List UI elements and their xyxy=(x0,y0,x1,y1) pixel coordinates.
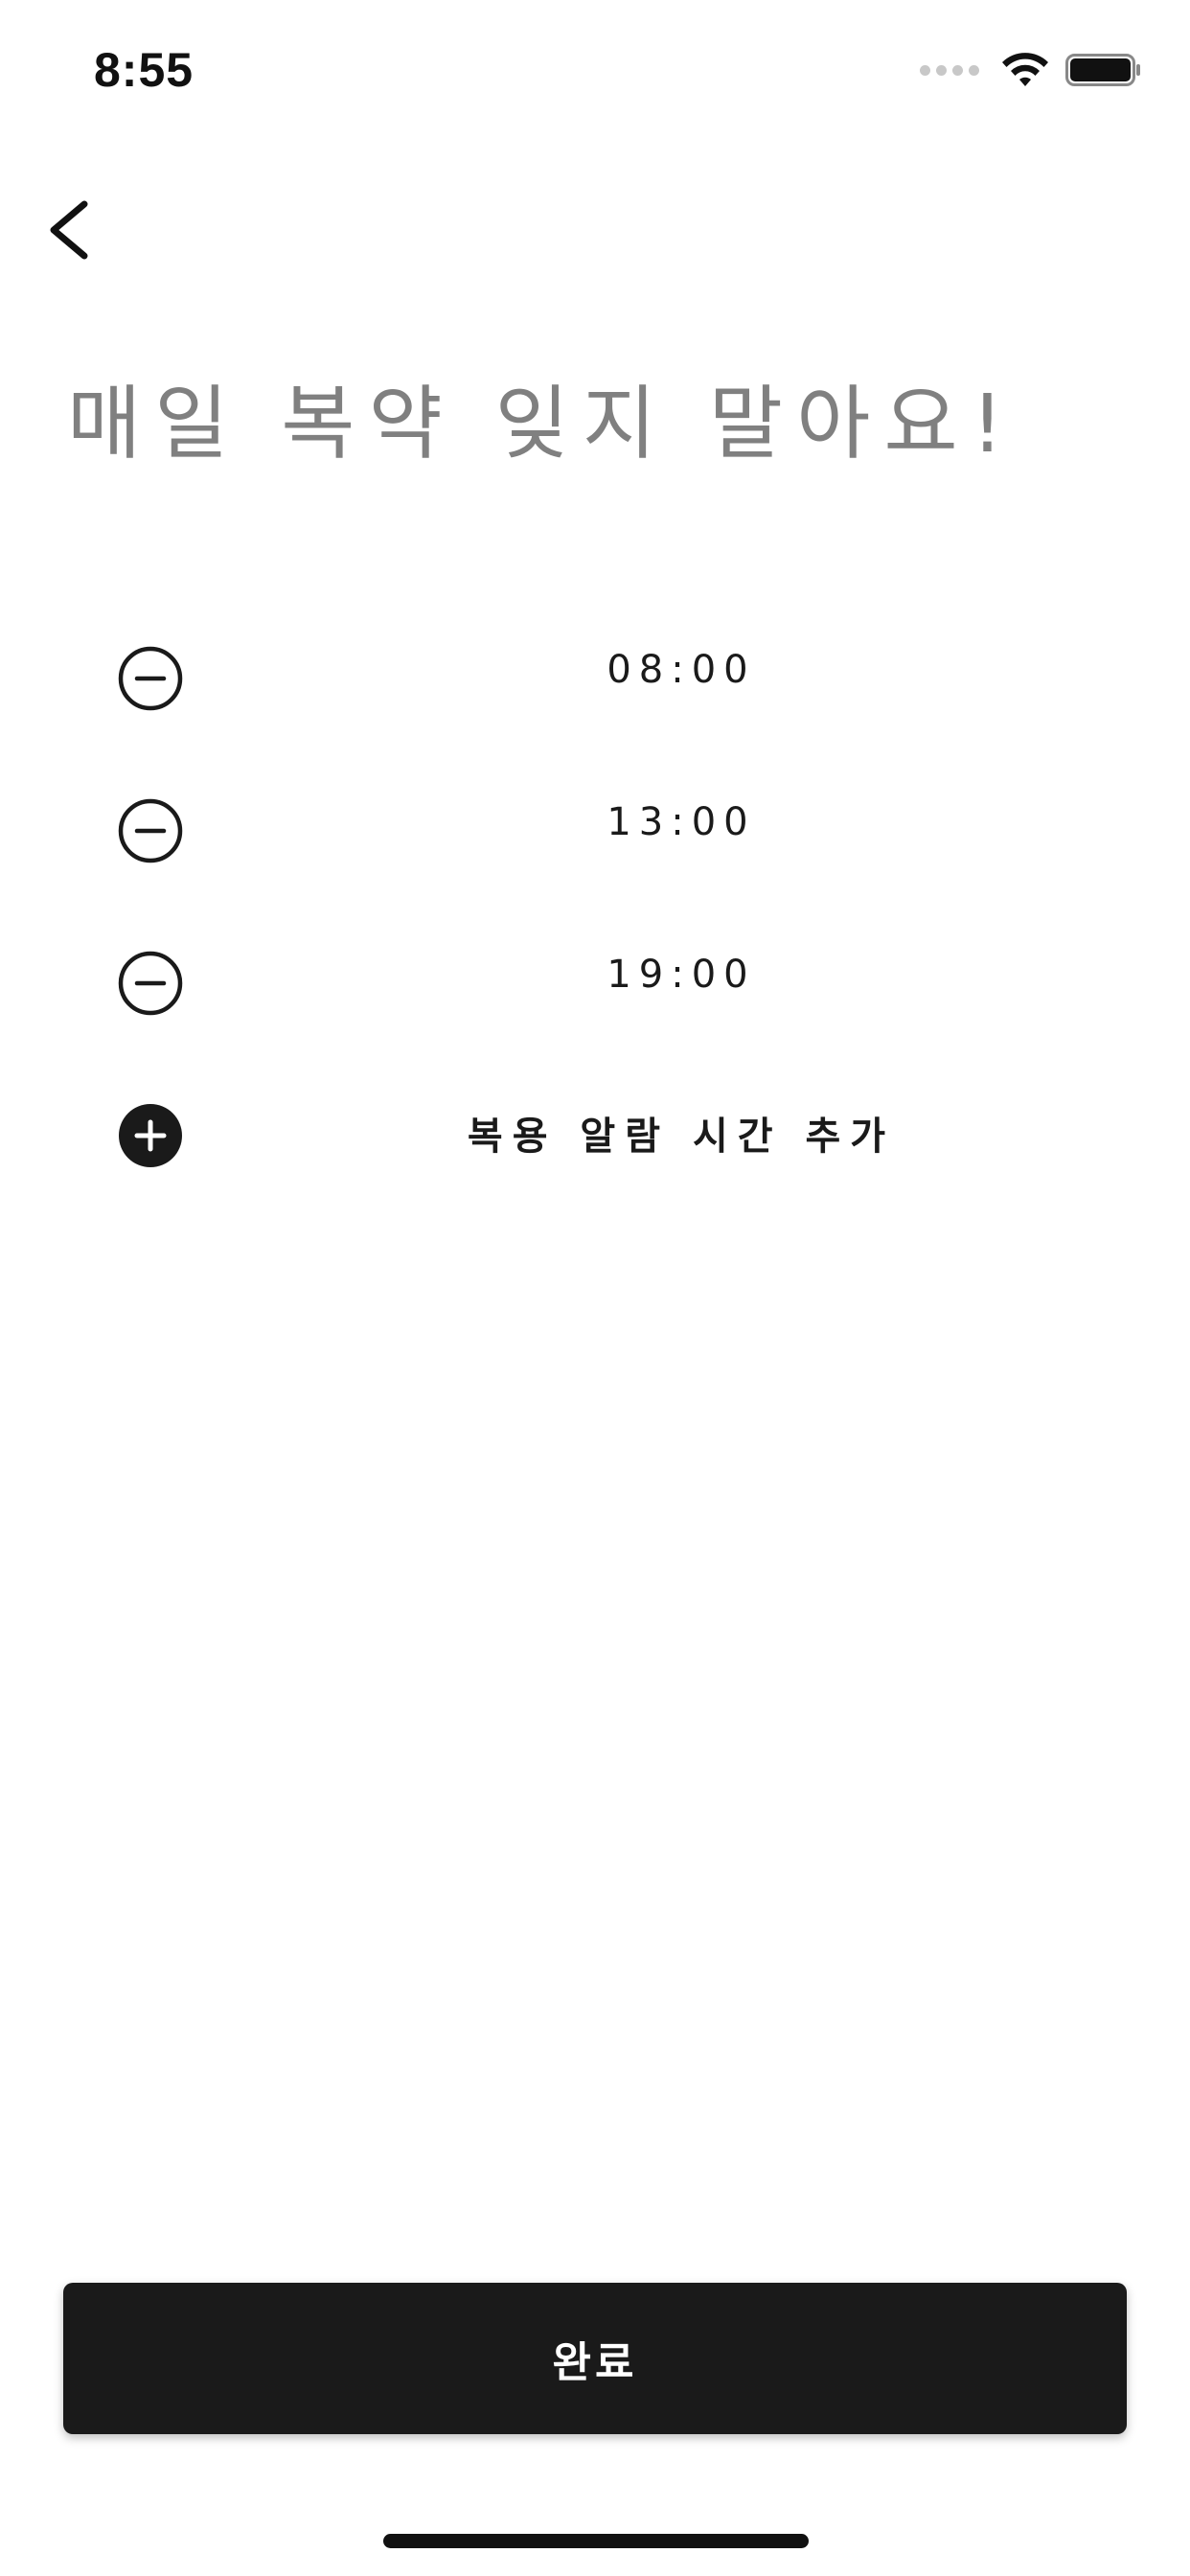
done-button[interactable]: 완료 xyxy=(63,2283,1127,2434)
alarm-list: 08:00 13:00 19:00 복용 알람 시간 추가 xyxy=(0,613,1190,1223)
alarm-time[interactable]: 19:00 xyxy=(278,953,1085,997)
remove-alarm-button[interactable] xyxy=(117,950,184,1017)
alarm-row: 13:00 xyxy=(0,766,1190,918)
minus-circle-icon xyxy=(118,951,183,1016)
alarm-time[interactable]: 13:00 xyxy=(278,800,1085,844)
battery-icon xyxy=(1065,54,1140,86)
page-title: 매일 복약 잊지 말아요! xyxy=(67,377,1018,471)
wifi-icon xyxy=(1002,53,1048,86)
status-time: 8:55 xyxy=(94,43,195,97)
minus-circle-icon xyxy=(118,646,183,711)
home-indicator[interactable] xyxy=(383,2534,809,2548)
status-bar: 8:55 xyxy=(0,0,1190,134)
plus-circle-filled-icon xyxy=(119,1104,182,1167)
alarm-row: 08:00 xyxy=(0,613,1190,766)
remove-alarm-button[interactable] xyxy=(117,797,184,864)
back-button[interactable] xyxy=(36,187,103,273)
alarm-row: 19:00 xyxy=(0,918,1190,1070)
status-icons xyxy=(920,52,1142,88)
add-alarm-button[interactable] xyxy=(117,1102,184,1169)
cellular-signal-icon xyxy=(920,64,979,76)
add-alarm-label[interactable]: 복용 알람 시간 추가 xyxy=(278,1105,1085,1161)
add-alarm-row[interactable]: 복용 알람 시간 추가 xyxy=(0,1070,1190,1223)
chevron-left-icon xyxy=(50,200,88,260)
done-button-label: 완료 xyxy=(552,2338,638,2387)
minus-circle-icon xyxy=(118,798,183,863)
remove-alarm-button[interactable] xyxy=(117,645,184,712)
alarm-time[interactable]: 08:00 xyxy=(278,648,1085,692)
